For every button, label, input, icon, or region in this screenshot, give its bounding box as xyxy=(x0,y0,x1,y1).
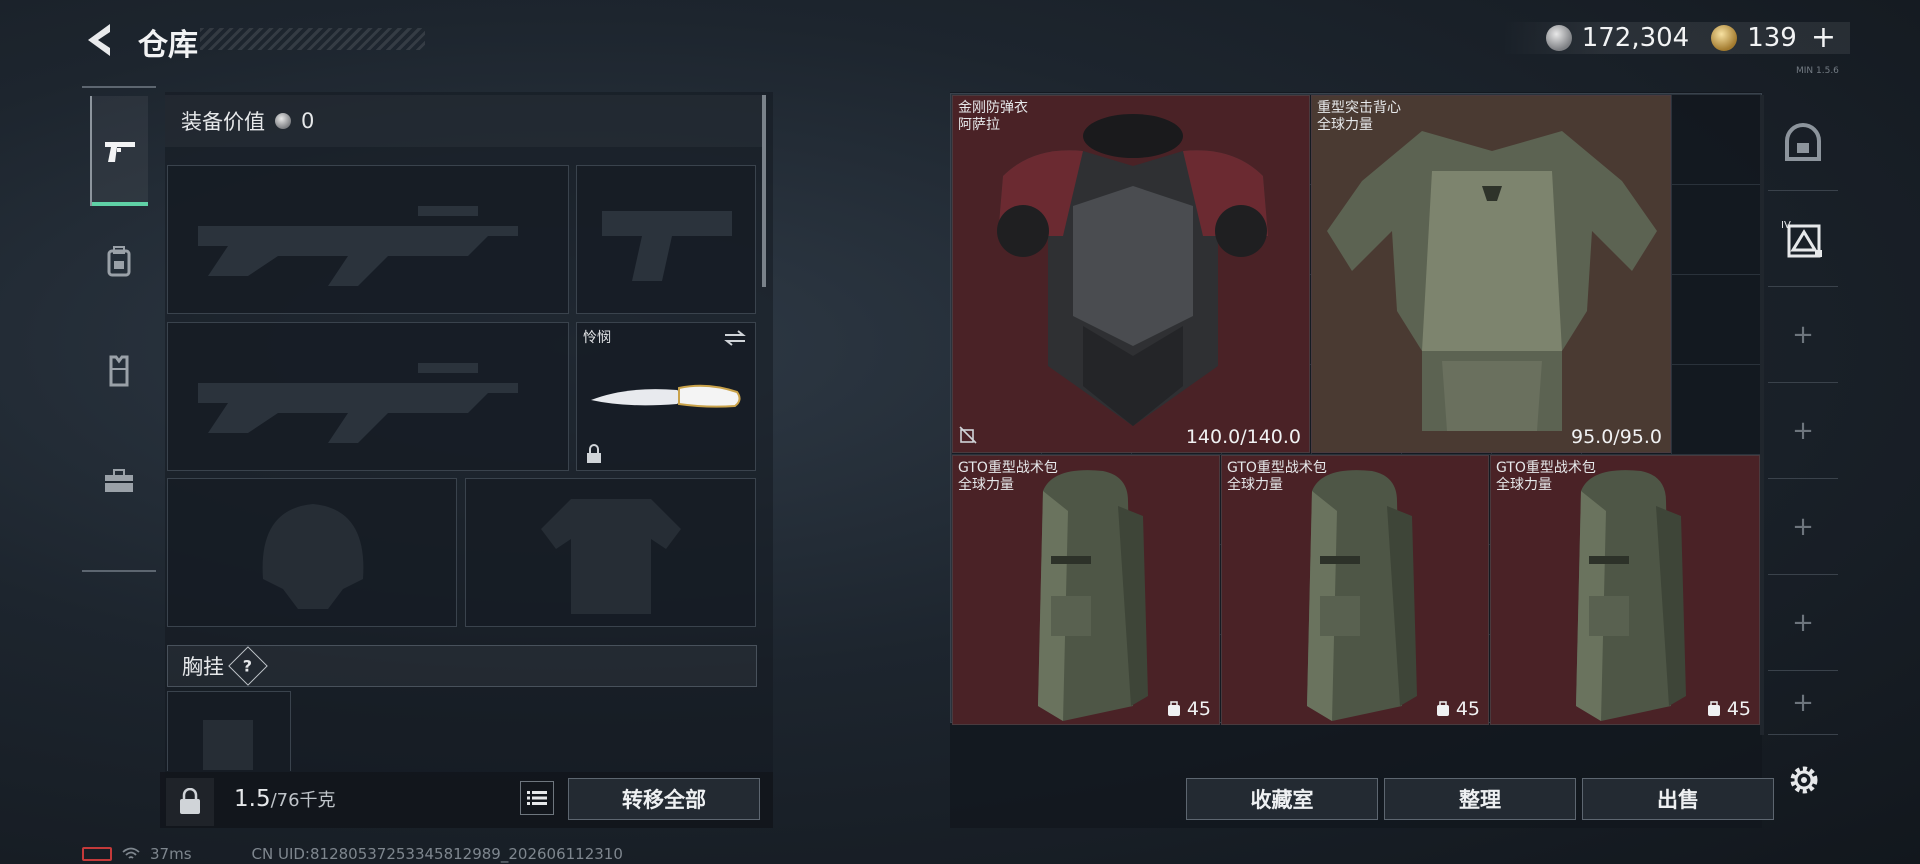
silver-currency-value: 172,304 xyxy=(1581,23,1690,53)
primary-weapon-slot-1[interactable] xyxy=(167,165,569,314)
list-icon xyxy=(527,791,547,805)
tab-safe-box[interactable] xyxy=(1768,95,1838,191)
list-view-button[interactable] xyxy=(520,781,554,815)
weight-indicator: 1.5/76千克 xyxy=(234,786,336,812)
pistol-silhouette-icon xyxy=(602,211,732,281)
add-currency-button[interactable]: + xyxy=(1811,23,1836,53)
storage-item-armor-2[interactable]: 重型突击背心 全球力量 95.0/95.0 xyxy=(1311,95,1671,453)
storage-item-backpack-2[interactable]: GTO重型战术包 全球力量 45 xyxy=(1221,455,1489,725)
currency-bar: 172,304 139 + xyxy=(1501,22,1850,54)
tactical-backpack-icon xyxy=(1038,470,1148,721)
storage-item-backpack-1[interactable]: GTO重型战术包 全球力量 45 xyxy=(952,455,1220,725)
tab-add-1[interactable]: + xyxy=(1768,287,1838,383)
helmet-slot[interactable] xyxy=(167,478,457,627)
tab-toolbox[interactable] xyxy=(90,426,148,536)
rifle-silhouette-icon xyxy=(198,206,518,286)
equipment-value-label: 装备价值 xyxy=(181,110,265,134)
page-title: 仓库 xyxy=(138,28,198,63)
help-button[interactable]: ? xyxy=(228,646,268,686)
storage-item-backpack-3[interactable]: GTO重型战术包 全球力量 45 xyxy=(1490,455,1760,725)
weight-max: /76千克 xyxy=(270,790,336,811)
tab-tier-four[interactable]: IV xyxy=(1768,191,1838,287)
knife-icon xyxy=(591,384,741,408)
title-decoration xyxy=(200,28,425,50)
storage-scrollbar[interactable] xyxy=(1760,95,1764,735)
swap-icon[interactable] xyxy=(723,329,747,347)
capacity-value: 45 xyxy=(1455,698,1480,720)
equipment-value-row: 装备价值 0 xyxy=(165,95,765,147)
status-bar: 37ms CN UID:8128053725334581​2989_202606… xyxy=(82,844,623,864)
backpack-capacity-icon xyxy=(1436,701,1449,716)
silver-coin-icon xyxy=(1545,25,1572,51)
lock-button[interactable] xyxy=(166,778,214,826)
melee-slot[interactable]: 怜悯 xyxy=(576,322,756,471)
version-text: MIN 1.5.6 xyxy=(1796,66,1839,76)
chest-rig-label: 胸挂 xyxy=(182,655,224,679)
pistol-slot[interactable] xyxy=(576,165,756,314)
tactical-backpack-icon xyxy=(1307,470,1417,721)
backpack-icon xyxy=(107,246,131,277)
chest-rig-header: 胸挂 ? xyxy=(167,645,757,687)
equipment-value: 0 xyxy=(301,109,315,133)
uid-text: CN UID:8128053725334581​2989_20260611231… xyxy=(251,845,623,863)
tab-vest[interactable] xyxy=(90,316,148,426)
durability-value: 140.0/140.0 xyxy=(1185,426,1301,448)
tab-add-4[interactable]: + xyxy=(1768,575,1838,671)
weight-current: 1.5 xyxy=(234,786,271,812)
vest-icon xyxy=(109,355,129,387)
durability-value: 95.0/95.0 xyxy=(1570,426,1662,448)
tab-backpack[interactable] xyxy=(90,206,148,316)
back-arrow-icon[interactable] xyxy=(84,22,114,58)
capacity-value: 45 xyxy=(1186,698,1211,720)
safe-box-icon xyxy=(1785,122,1821,161)
armor-silhouette-icon xyxy=(541,499,681,614)
backpack-capacity-icon xyxy=(1707,701,1720,716)
tab-add-3[interactable]: + xyxy=(1768,479,1838,575)
chest-rig-slot[interactable] xyxy=(167,691,291,771)
tactical-backpack-icon xyxy=(1576,470,1686,721)
tab-weapons[interactable] xyxy=(90,96,148,206)
silver-coin-icon xyxy=(275,113,291,129)
ping-text: 37ms xyxy=(150,845,192,863)
padlock-icon xyxy=(180,788,200,814)
pistol-icon xyxy=(105,142,135,162)
helmet-silhouette-icon xyxy=(262,504,364,609)
settings-gear-icon[interactable] xyxy=(1786,762,1822,798)
organize-button[interactable]: 整理 xyxy=(1384,778,1576,820)
category-tabs xyxy=(82,86,156,572)
assault-vest-icon xyxy=(1327,131,1657,431)
collection-room-button[interactable]: 收藏室 xyxy=(1186,778,1378,820)
storage-side-tabs: IV + + + + + xyxy=(1768,95,1838,735)
armor-vest-icon xyxy=(997,114,1268,426)
backpack-capacity-icon xyxy=(1167,701,1180,716)
chest-rig-silhouette-icon xyxy=(203,720,253,770)
tier-four-icon: IV xyxy=(1781,220,1822,257)
bound-icon xyxy=(959,426,977,444)
tab-add-5[interactable]: + xyxy=(1768,671,1838,735)
storage-item-armor-1[interactable]: 金刚防弹衣 阿萨拉 140.0/140.0 xyxy=(952,95,1310,453)
rifle-silhouette-icon xyxy=(198,363,518,443)
primary-weapon-slot-2[interactable] xyxy=(167,322,569,471)
armor-slot[interactable] xyxy=(465,478,756,627)
battery-icon xyxy=(82,847,112,861)
wifi-icon xyxy=(122,847,140,859)
toolbox-icon xyxy=(105,469,133,492)
gold-coin-icon xyxy=(1711,25,1738,51)
sell-button[interactable]: 出售 xyxy=(1582,778,1774,820)
capacity-value: 45 xyxy=(1726,698,1751,720)
tab-add-2[interactable]: + xyxy=(1768,383,1838,479)
gold-currency-value: 139 xyxy=(1747,23,1797,53)
transfer-all-button[interactable]: 转移全部 xyxy=(568,778,760,820)
melee-name: 怜悯 xyxy=(583,330,611,346)
lock-icon xyxy=(587,444,601,463)
equipment-scrollbar[interactable] xyxy=(762,95,766,287)
